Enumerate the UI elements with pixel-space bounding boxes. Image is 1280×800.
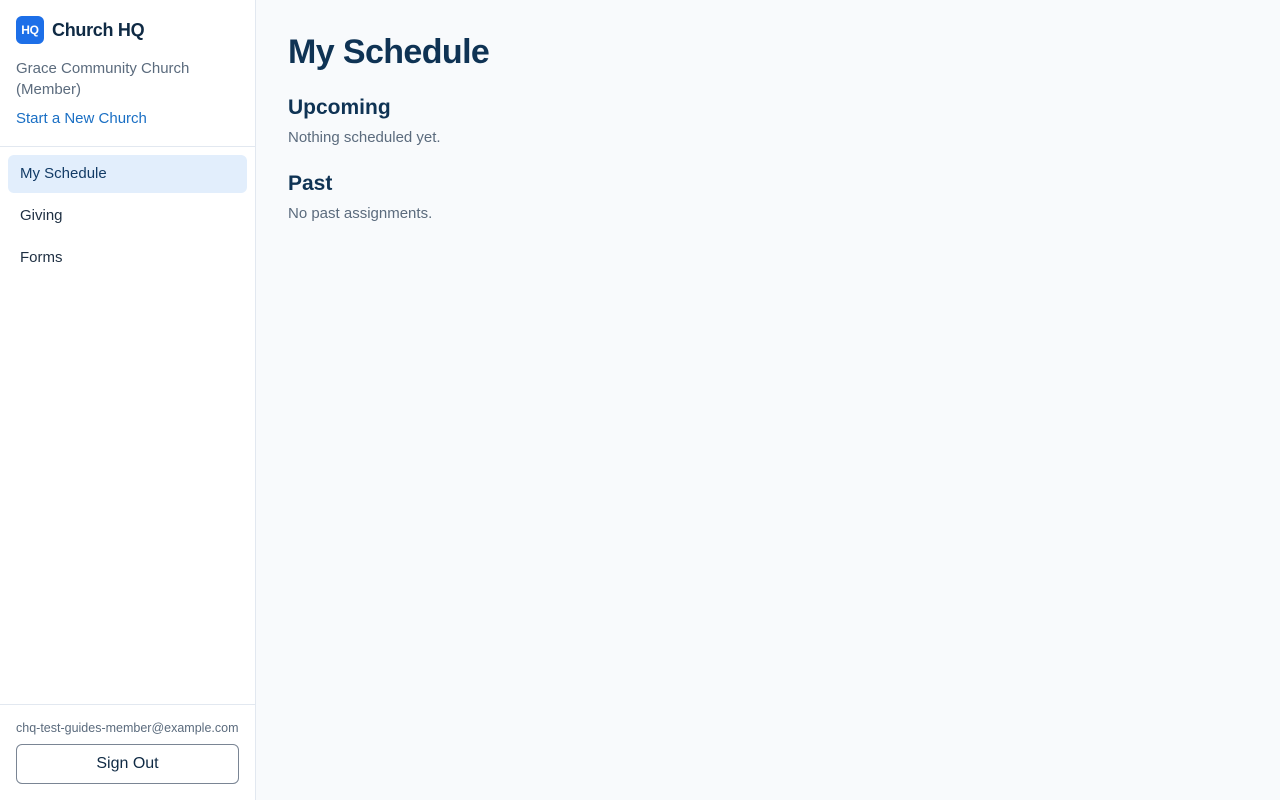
past-heading: Past	[288, 172, 333, 195]
brand-logo-icon: HQ	[16, 16, 44, 44]
past-section: Past No past assignments.	[288, 170, 1248, 224]
upcoming-empty-text: Nothing scheduled yet.	[288, 129, 441, 146]
sidebar-item-giving[interactable]: Giving	[8, 197, 247, 235]
brand-name: Church HQ	[52, 19, 145, 40]
upcoming-heading: Upcoming	[288, 96, 391, 119]
sidebar-footer: chq-test-guides-member@example.com Sign …	[0, 704, 255, 800]
sidebar: HQ Church HQ Grace Community Church (Mem…	[0, 0, 256, 800]
page-title: My Schedule	[288, 33, 490, 71]
start-new-church-link[interactable]: Start a New Church	[16, 110, 147, 127]
app-root: HQ Church HQ Grace Community Church (Mem…	[0, 0, 1280, 800]
sidebar-header: HQ Church HQ Grace Community Church (Mem…	[0, 0, 255, 147]
brand[interactable]: HQ Church HQ	[16, 16, 239, 44]
church-name: Grace Community Church (Member)	[16, 60, 190, 98]
main-content: My Schedule Upcoming Nothing scheduled y…	[256, 0, 1280, 800]
upcoming-section: Upcoming Nothing scheduled yet.	[288, 94, 1248, 148]
user-email: chq-test-guides-member@example.com	[16, 721, 239, 735]
past-empty-text: No past assignments.	[288, 205, 433, 222]
sidebar-nav: My Schedule Giving Forms	[0, 147, 255, 704]
sign-out-button[interactable]: Sign Out	[16, 744, 239, 784]
sidebar-item-forms[interactable]: Forms	[8, 239, 247, 277]
sidebar-item-my-schedule[interactable]: My Schedule	[8, 155, 247, 193]
